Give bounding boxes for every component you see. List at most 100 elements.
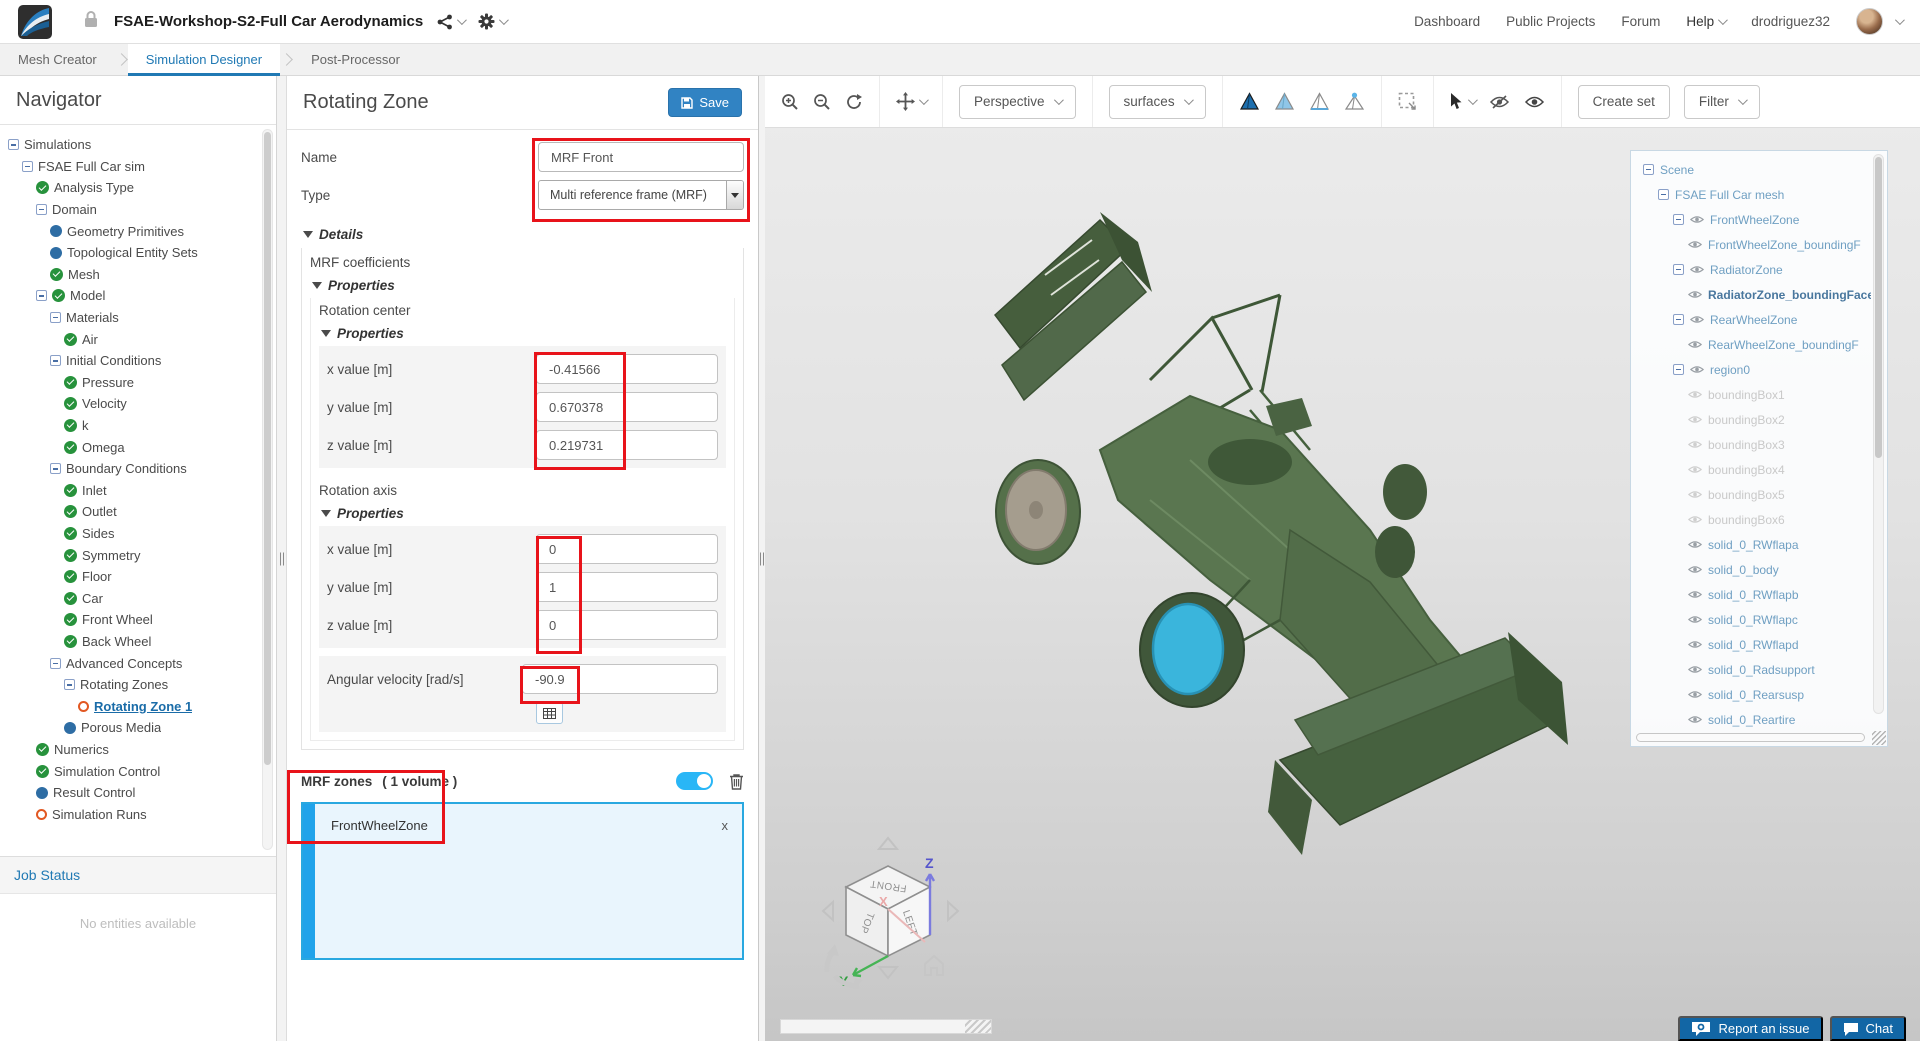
scene-item[interactable]: boundingBox4 [1633,457,1871,482]
mesh-wireframe-icon[interactable] [1309,92,1330,111]
scene-item[interactable]: solid_0_RWflapa [1633,532,1871,557]
navigator-item[interactable]: Velocity [0,393,258,415]
job-status-header[interactable]: Job Status [0,856,276,893]
scene-item[interactable]: solid_0_body [1633,557,1871,582]
scene-item[interactable]: FSAE Full Car mesh [1633,182,1871,207]
collapse-icon[interactable] [1673,214,1684,225]
scene-scrollbar-vertical[interactable] [1873,154,1884,714]
navigator-item[interactable]: Model [0,285,258,307]
navigator-item[interactable]: Rotating Zone 1 [0,695,258,717]
tab-post-processor[interactable]: Post-Processor [293,44,418,75]
chevron-down-icon[interactable] [1894,15,1905,26]
eye-icon[interactable] [1688,590,1702,599]
chat-button[interactable]: Chat [1829,1016,1906,1041]
navigator-item[interactable]: Porous Media [0,717,258,739]
eye-icon[interactable] [1690,365,1704,374]
collapse-icon[interactable] [1658,189,1669,200]
details-header[interactable]: Details [303,224,744,244]
collapse-icon[interactable] [36,290,47,302]
center-x-input[interactable] [536,354,718,384]
projection-dropdown[interactable]: Perspective [959,84,1076,119]
nav-dashboard[interactable]: Dashboard [1414,14,1480,29]
scene-item[interactable]: solid_0_Rearsusp [1633,682,1871,707]
navigator-item[interactable]: Simulation Control [0,760,258,782]
front-wheel-mrf-disc[interactable] [1151,602,1225,696]
navigator-item[interactable]: Analysis Type [0,177,258,199]
properties-header[interactable]: Properties [321,504,726,522]
navigator-item[interactable]: Sides [0,523,258,545]
nav-public-projects[interactable]: Public Projects [1506,14,1595,29]
avatar[interactable] [1856,8,1883,35]
navigator-item[interactable]: k [0,415,258,437]
car-model[interactable] [950,200,1580,880]
viewport-scrollbar[interactable] [780,1019,992,1034]
rotate-left-arrow[interactable] [821,899,834,923]
selection-toggle[interactable] [676,772,713,790]
far-front-wheel[interactable] [1383,464,1427,520]
pan-tool-button[interactable] [896,92,929,111]
scene-item[interactable]: region0 [1633,357,1871,382]
scene-item[interactable]: solid_0_Reartire [1633,707,1871,732]
orbit-arrows[interactable] [824,948,860,989]
navigator-item[interactable]: Result Control [0,782,258,804]
scene-item[interactable]: solid_0_RWflapd [1633,632,1871,657]
navigator-item[interactable]: Outlet [0,501,258,523]
mrf-zones-selection-box[interactable]: FrontWheelZone x [301,802,744,960]
show-icon[interactable] [1524,95,1545,109]
navigator-item[interactable]: Simulation Runs [0,803,258,825]
properties-header[interactable]: Properties [312,276,735,294]
tab-mesh-creator[interactable]: Mesh Creator [0,44,115,75]
collapse-icon[interactable] [50,463,61,475]
rotate-right-arrow[interactable] [947,899,960,923]
navigator-item[interactable]: Numerics [0,739,258,761]
collapse-icon[interactable] [36,204,47,216]
eye-icon[interactable] [1688,340,1702,349]
eye-icon[interactable] [1688,290,1702,299]
scene-item[interactable]: boundingBox6 [1633,507,1871,532]
navigator-item[interactable]: Air [0,328,258,350]
eye-icon[interactable] [1688,440,1702,449]
remove-zone-button[interactable]: x [722,818,729,833]
rotate-down-arrow[interactable] [876,966,900,980]
eye-icon[interactable] [1690,315,1704,324]
navigator-item[interactable]: Pressure [0,372,258,394]
eye-icon[interactable] [1688,240,1702,249]
navigator-item[interactable]: Symmetry [0,544,258,566]
eye-icon[interactable] [1688,565,1702,574]
navigation-cube[interactable]: FRONT TOP LEFT X Z Y [813,832,968,1004]
eye-icon[interactable] [1690,265,1704,274]
scene-resize-grip[interactable] [1872,731,1886,745]
scene-item[interactable]: RearWheelZone [1633,307,1871,332]
center-y-input[interactable] [536,392,718,422]
navigator-item[interactable]: FSAE Full Car sim [0,156,258,178]
navigator-item[interactable]: Domain [0,199,258,221]
navigator-item[interactable]: Advanced Concepts [0,652,258,674]
select-tool-button[interactable] [1450,93,1478,110]
name-input[interactable] [538,142,744,172]
username[interactable]: drodriguez32 [1751,14,1830,29]
filter-dropdown[interactable]: Filter [1683,84,1760,119]
eye-icon[interactable] [1688,515,1702,524]
viewport-3d[interactable]: Perspective surfaces Create set Filter S… [765,76,1920,1041]
hide-icon[interactable] [1489,94,1510,109]
scene-item[interactable]: FrontWheelZone_boundingF [1633,232,1871,257]
scene-item[interactable]: solid_0_Radsupport [1633,657,1871,682]
eye-icon[interactable] [1688,390,1702,399]
create-set-button[interactable]: Create set [1577,84,1670,119]
navigator-item[interactable]: Simulations [0,134,258,156]
eye-icon[interactable] [1688,715,1702,724]
scene-item[interactable]: boundingBox3 [1633,432,1871,457]
settings-button[interactable] [478,13,510,30]
share-button[interactable] [437,14,468,30]
table-input-button[interactable] [536,702,563,724]
zoom-out-icon[interactable] [813,93,831,111]
navigator-scrollbar[interactable] [262,129,273,850]
far-wheel[interactable] [1375,526,1415,578]
properties-header[interactable]: Properties [321,324,726,342]
collapse-icon[interactable] [50,355,61,367]
navigator-item[interactable]: Geometry Primitives [0,220,258,242]
nav-help[interactable]: Help [1686,14,1729,29]
home-icon[interactable] [924,954,944,976]
collapse-icon[interactable] [1673,364,1684,375]
scene-item[interactable]: RadiatorZone [1633,257,1871,282]
